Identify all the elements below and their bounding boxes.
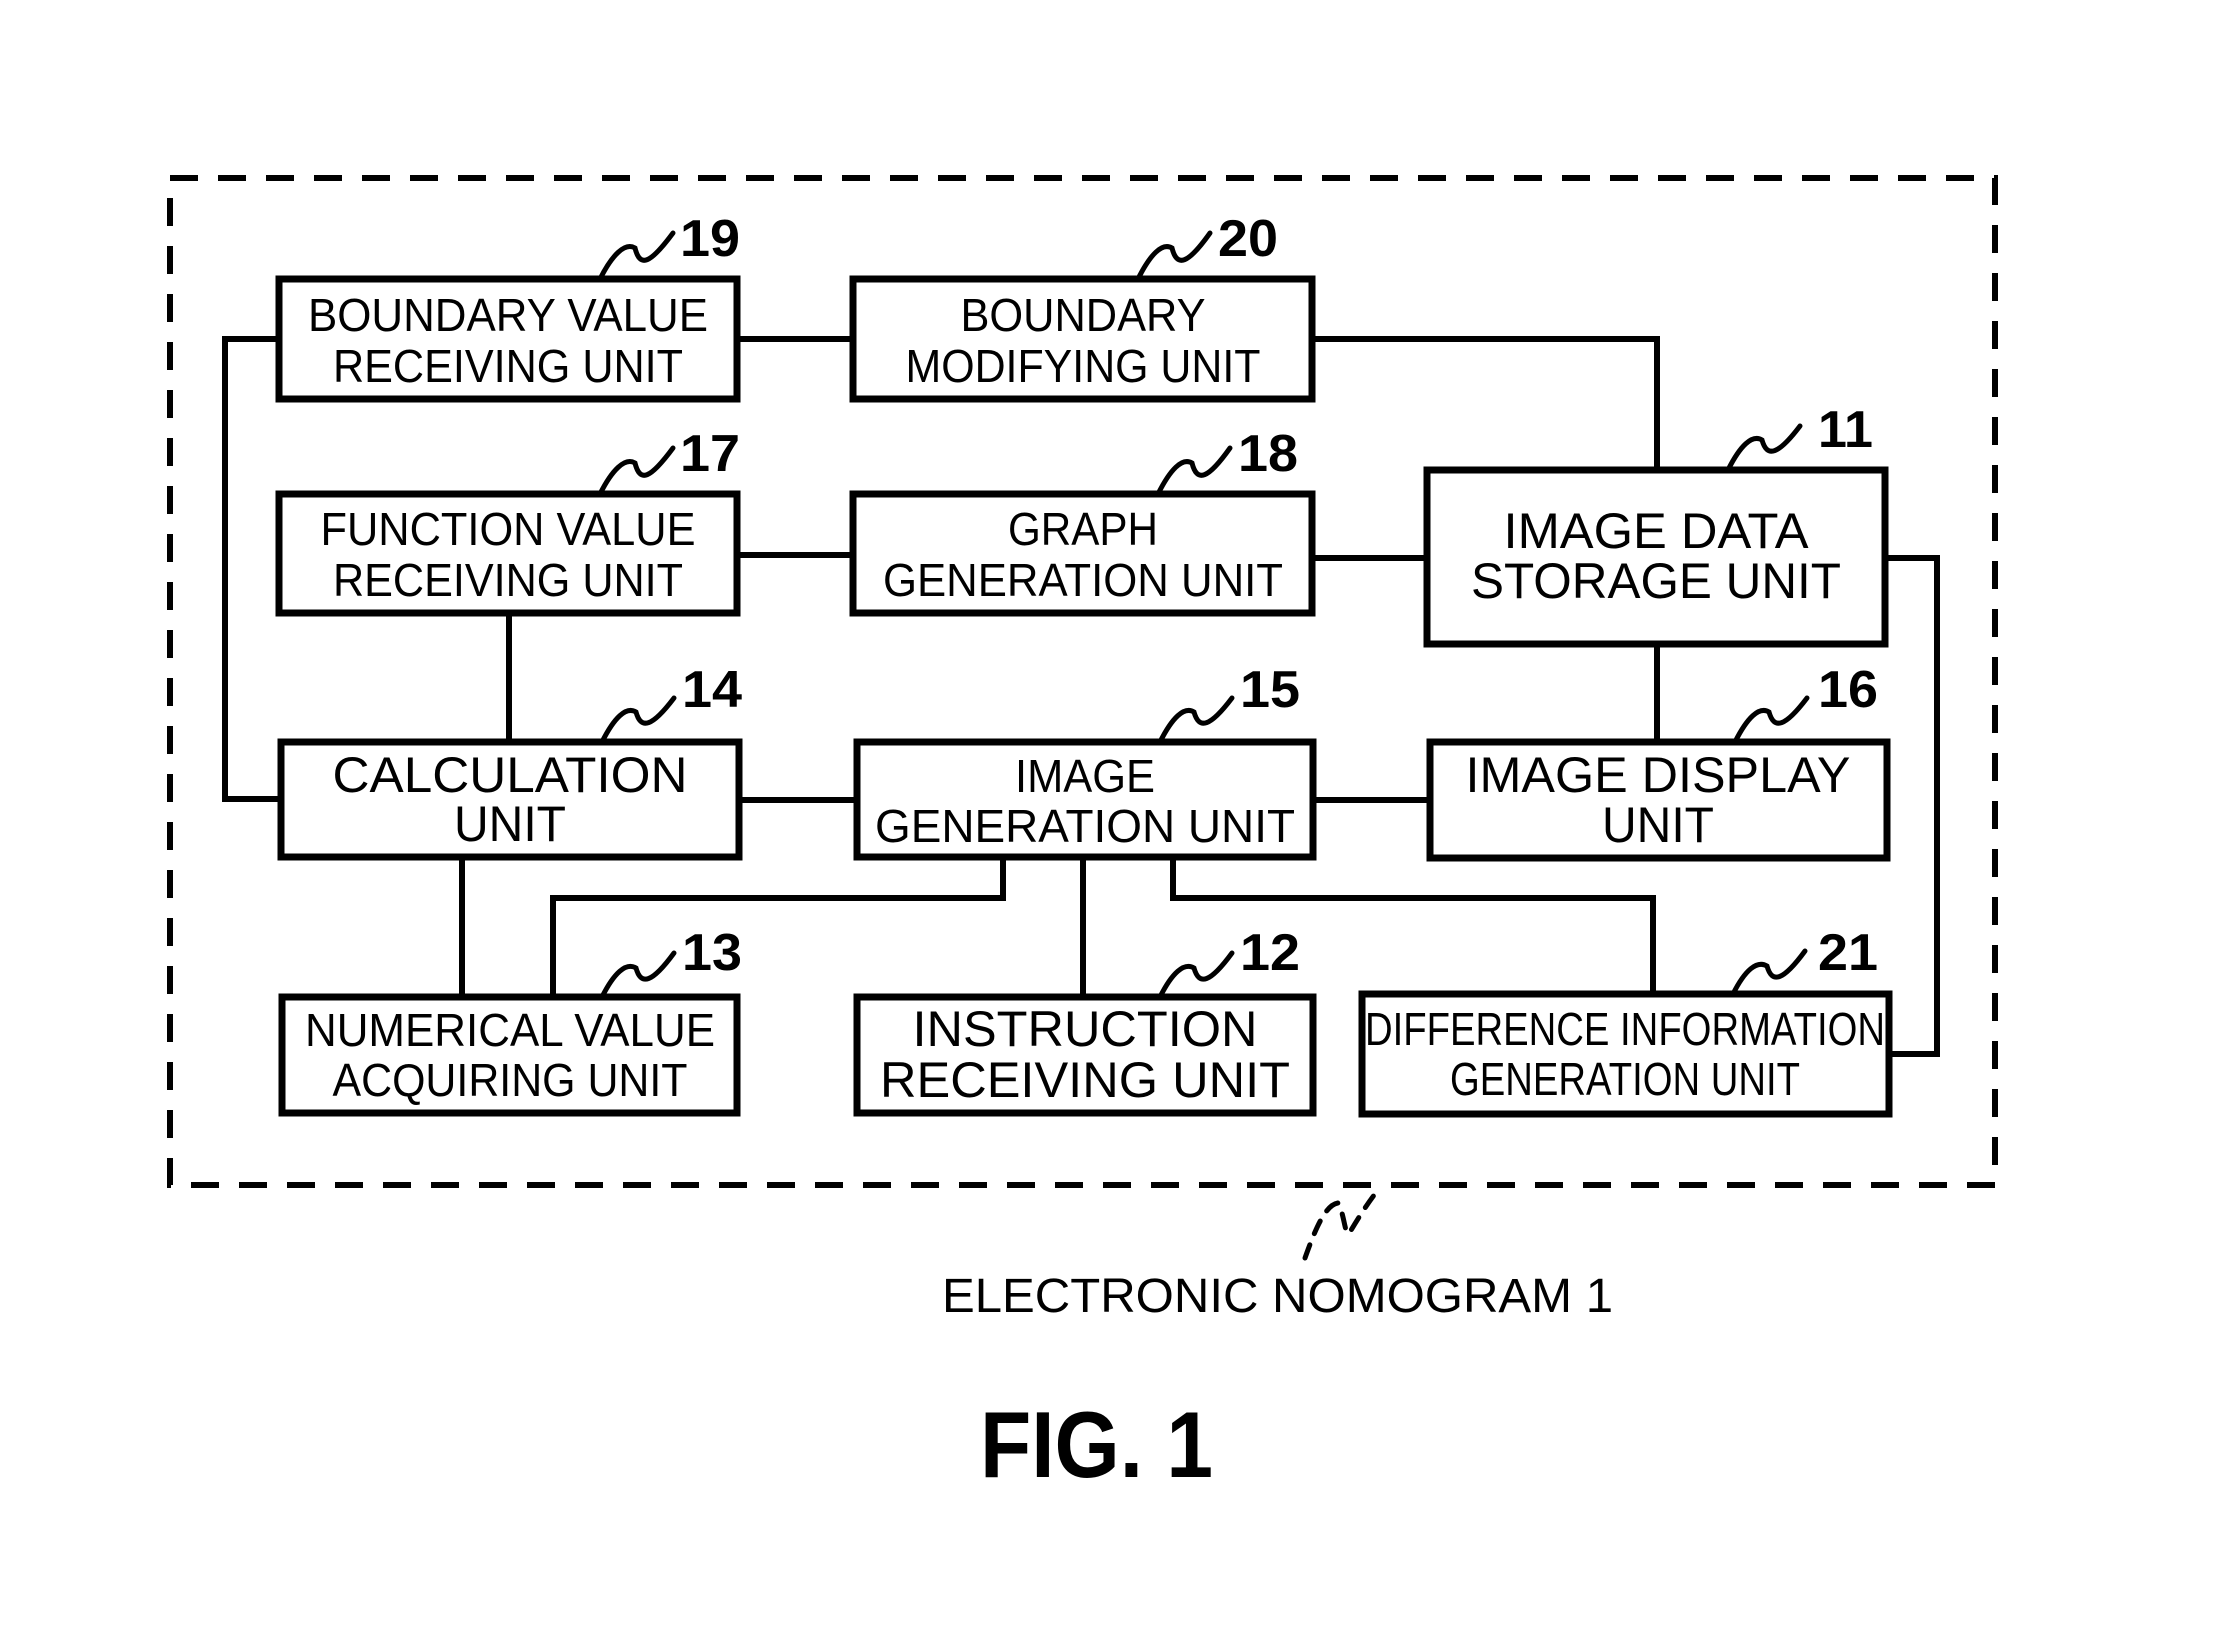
- unit-19-boundary-value-receiving[interactable]: BOUNDARY VALUE RECEIVING UNIT 19: [275, 210, 741, 403]
- unit-20-line1: BOUNDARY: [961, 289, 1206, 341]
- unit-16-line2: UNIT: [1602, 797, 1714, 853]
- unit-21-line2: GENERATION UNIT: [1450, 1053, 1800, 1105]
- unit-12-ref: 12: [1240, 924, 1300, 982]
- unit-18-line2: GENERATION UNIT: [883, 554, 1283, 606]
- unit-19-line2: RECEIVING UNIT: [333, 340, 683, 392]
- unit-16-line1: IMAGE DISPLAY: [1466, 747, 1851, 803]
- unit-15-line2: GENERATION UNIT: [875, 800, 1295, 852]
- unit-18-graph-generation[interactable]: GRAPH GENERATION UNIT 18: [849, 425, 1316, 617]
- unit-17-function-value-receiving[interactable]: FUNCTION VALUE RECEIVING UNIT 17: [275, 425, 741, 617]
- unit-13-line1: NUMERICAL VALUE: [305, 1004, 715, 1056]
- wire-19-14: [222, 336, 281, 802]
- leader-squiggle-icon: [1157, 695, 1235, 745]
- unit-19-ref: 19: [680, 210, 740, 268]
- unit-18-line1: GRAPH: [1008, 503, 1158, 555]
- leader-squiggle-icon: [1135, 230, 1213, 282]
- leader-squiggle-icon: [599, 695, 677, 745]
- unit-11-line2: STORAGE UNIT: [1471, 553, 1841, 609]
- unit-17-ref: 17: [680, 425, 740, 483]
- leader-squiggle-icon: [597, 445, 676, 497]
- figure-title: FIG. 1: [980, 1392, 1213, 1497]
- leader-squiggle-icon: [1730, 948, 1808, 997]
- unit-11-line1: IMAGE DATA: [1504, 503, 1810, 559]
- unit-14-line1: CALCULATION: [333, 747, 688, 803]
- wire-11-21: [1885, 555, 1940, 1057]
- connectors: [222, 336, 1940, 1057]
- unit-13-numerical-value-acquiring[interactable]: NUMERICAL VALUE ACQUIRING UNIT 13: [278, 924, 742, 1117]
- unit-12-line2: RECEIVING UNIT: [880, 1052, 1290, 1108]
- leader-squiggle-icon: [1725, 423, 1803, 473]
- unit-15-image-generation[interactable]: IMAGE GENERATION UNIT 15: [853, 661, 1317, 861]
- unit-21-ref: 21: [1818, 924, 1878, 982]
- leader-squiggle-icon: [1155, 445, 1233, 497]
- unit-19-line1: BOUNDARY VALUE: [308, 289, 708, 341]
- unit-13-line2: ACQUIRING UNIT: [333, 1054, 688, 1106]
- unit-20-line2: MODIFYING UNIT: [906, 340, 1261, 392]
- unit-15-ref: 15: [1240, 661, 1300, 719]
- leader-squiggle-icon: [599, 950, 677, 1000]
- leader-squiggle-icon: [1157, 950, 1235, 1000]
- unit-21-difference-information-generation[interactable]: DIFFERENCE INFORMATION GENERATION UNIT 2…: [1358, 924, 1893, 1118]
- unit-11-ref: 11: [1818, 401, 1873, 459]
- leader-squiggle-icon: [597, 230, 676, 282]
- unit-16-ref: 16: [1818, 661, 1878, 719]
- unit-21-line1: DIFFERENCE INFORMATION: [1365, 1003, 1885, 1055]
- unit-18-ref: 18: [1238, 425, 1298, 483]
- unit-15-line1: IMAGE: [1015, 750, 1155, 802]
- unit-14-line2: UNIT: [454, 796, 566, 852]
- unit-20-ref: 20: [1218, 210, 1278, 268]
- wire-20-11: [1312, 336, 1660, 470]
- unit-14-ref: 14: [682, 661, 742, 719]
- system-label: ELECTRONIC NOMOGRAM 1: [942, 1270, 1613, 1323]
- leader-squiggle-icon: [1732, 695, 1810, 745]
- system-leader-squiggle-icon: [1302, 1187, 1381, 1261]
- unit-17-line1: FUNCTION VALUE: [321, 503, 696, 555]
- unit-17-line2: RECEIVING UNIT: [333, 554, 683, 606]
- unit-12-line1: INSTRUCTION: [913, 1001, 1258, 1057]
- wire-15-13: [550, 857, 1006, 997]
- unit-13-ref: 13: [682, 924, 742, 982]
- unit-20-boundary-modifying[interactable]: BOUNDARY MODIFYING UNIT 20: [849, 210, 1316, 403]
- block-diagram: BOUNDARY VALUE RECEIVING UNIT 19 BOUNDAR…: [167, 175, 1998, 1497]
